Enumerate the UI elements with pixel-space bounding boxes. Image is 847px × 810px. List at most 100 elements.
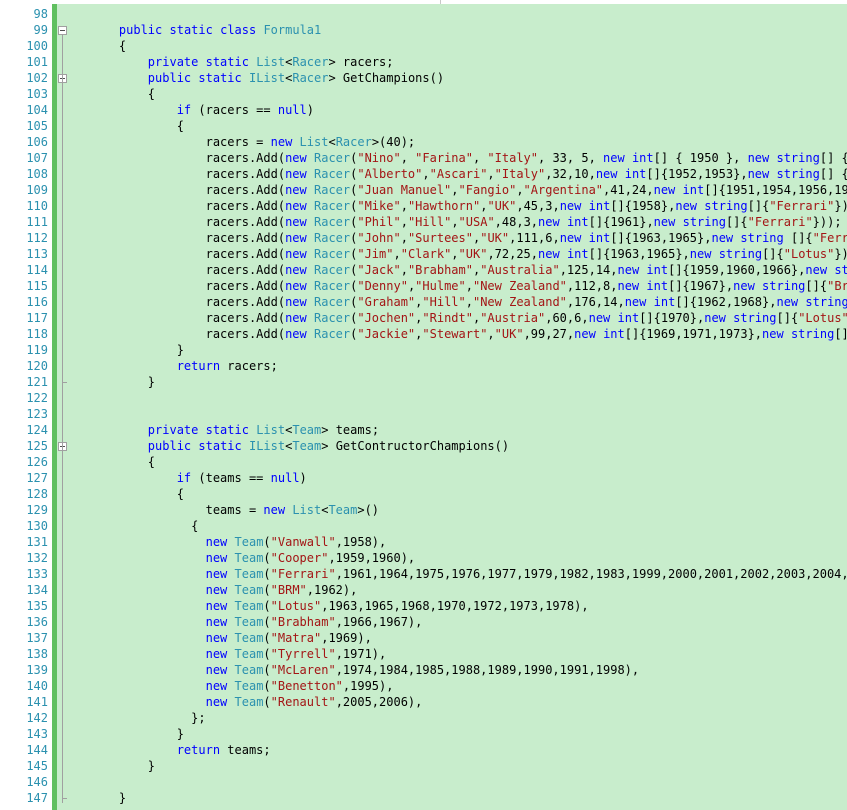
code-line[interactable]: 111 racers.Add(new Racer("Phil","Hill","… — [0, 214, 847, 230]
code-line[interactable]: 102 public static IList<Racer> GetChampi… — [0, 70, 847, 86]
type-token: Team — [234, 535, 264, 549]
type-token: Racer — [335, 135, 372, 149]
code-line[interactable]: 147 } — [0, 790, 847, 806]
keyword-token: if — [176, 471, 192, 485]
code-line[interactable]: 140 new Team("Benetton",1995), — [0, 678, 847, 694]
keyword-token: new — [588, 311, 611, 325]
code-line[interactable]: 144 return teams; — [0, 742, 847, 758]
code-line[interactable]: 141 new Team("Renault",2005,2006), — [0, 694, 847, 710]
code-line[interactable]: 114 racers.Add(new Racer("Jack","Brabham… — [0, 262, 847, 278]
code-text: new Team("BRM",1962), — [90, 582, 358, 598]
code-line[interactable]: 105 { — [0, 118, 847, 134]
keyword-token: public — [147, 71, 192, 85]
line-number: 105 — [26, 119, 48, 133]
code-line[interactable]: 138 new Team("Tyrrell",1971), — [0, 646, 847, 662]
code-line[interactable]: 122 — [0, 390, 847, 406]
code-token: ,1969), — [321, 631, 372, 645]
code-token: , 33, 5, — [538, 151, 604, 165]
string-token: "Hill" — [407, 215, 452, 229]
code-line[interactable]: 128 { — [0, 486, 847, 502]
code-line[interactable]: 130 { — [0, 518, 847, 534]
code-line[interactable]: 108 racers.Add(new Racer("Alberto","Asca… — [0, 166, 847, 182]
code-token: { — [90, 487, 184, 501]
string-token: "Jim" — [357, 247, 394, 261]
collapse-minus-icon[interactable] — [58, 26, 67, 35]
code-line[interactable]: 139 new Team("McLaren",1974,1984,1985,19… — [0, 662, 847, 678]
code-line[interactable]: 137 new Team("Matra",1969), — [0, 630, 847, 646]
code-text: racers.Add(new Racer("Jochen","Rindt","A… — [90, 310, 847, 326]
code-text: racers.Add(new Racer("Jackie","Stewart",… — [90, 326, 847, 342]
keyword-token: int — [682, 183, 705, 197]
code-line[interactable]: 120 return racers; — [0, 358, 847, 374]
code-line[interactable]: 113 racers.Add(new Racer("Jim","Clark","… — [0, 246, 847, 262]
type-token: Racer — [314, 151, 351, 165]
code-line[interactable]: 135 new Team("Lotus",1963,1965,1968,1970… — [0, 598, 847, 614]
code-line[interactable]: 109 racers.Add(new Racer("Juan Manuel","… — [0, 182, 847, 198]
keyword-token: static — [169, 23, 213, 37]
code-line[interactable]: 132 new Team("Cooper",1959,1960), — [0, 550, 847, 566]
code-line[interactable]: 101 private static List<Racer> racers; — [0, 54, 847, 70]
code-text: racers.Add(new Racer("Denny","Hulme","Ne… — [90, 278, 847, 294]
code-line[interactable]: 124 private static List<Team> teams; — [0, 422, 847, 438]
line-number: 145 — [26, 759, 48, 773]
code-line[interactable]: 98 — [0, 6, 847, 22]
code-line[interactable]: 123 — [0, 406, 847, 422]
code-line[interactable]: 129 teams = new List<Team>() — [0, 502, 847, 518]
code-token: , — [422, 167, 430, 181]
keyword-token: static — [198, 439, 242, 453]
string-token: "Italy" — [494, 167, 546, 181]
code-line[interactable]: 125 public static IList<Team> GetContruc… — [0, 438, 847, 454]
code-line[interactable]: 100 { — [0, 38, 847, 54]
code-line[interactable]: 143 } — [0, 726, 847, 742]
code-line[interactable]: 126 { — [0, 454, 847, 470]
keyword-token: new — [538, 247, 560, 261]
code-line[interactable]: 121 } — [0, 374, 847, 390]
code-line[interactable]: 99 public static class Formula1 — [0, 22, 847, 38]
keyword-token: new — [617, 279, 640, 293]
line-number: 102 — [26, 71, 48, 85]
code-line[interactable]: 110 racers.Add(new Racer("Mike","Hawthor… — [0, 198, 847, 214]
code-line[interactable]: 146 — [0, 774, 847, 790]
code-line[interactable]: 142 }; — [0, 710, 847, 726]
code-line[interactable]: 112 racers.Add(new Racer("John","Surtees… — [0, 230, 847, 246]
code-token: (teams == — [191, 471, 271, 485]
code-line[interactable]: 115 racers.Add(new Racer("Denny","Hulme"… — [0, 278, 847, 294]
keyword-token: new — [559, 199, 582, 213]
type-token: Racer — [314, 295, 351, 309]
code-line[interactable]: 136 new Team("Brabham",1966,1967), — [0, 614, 847, 630]
keyword-token: int — [631, 151, 654, 165]
code-token: racers.Add( — [90, 215, 286, 229]
line-number: 147 — [26, 791, 48, 805]
code-token: { — [90, 119, 184, 133]
code-line[interactable]: 145 } — [0, 758, 847, 774]
code-line[interactable]: 119 } — [0, 342, 847, 358]
line-number: 139 — [26, 663, 48, 677]
code-editor[interactable]: 98 99 public static class Formula1 100 {10… — [0, 0, 847, 810]
code-line[interactable]: 127 if (teams == null) — [0, 470, 847, 486]
code-line[interactable]: 107 racers.Add(new Racer("Nino", "Farina… — [0, 150, 847, 166]
code-line[interactable]: 134 new Team("BRM",1962), — [0, 582, 847, 598]
line-number: 112 — [26, 231, 48, 245]
code-line[interactable]: 118 racers.Add(new Racer("Jackie","Stewa… — [0, 326, 847, 342]
keyword-token: new — [205, 647, 228, 661]
code-line[interactable]: 131 new Team("Vanwall",1958), — [0, 534, 847, 550]
line-number: 103 — [26, 87, 48, 101]
string-token: "Australia" — [480, 263, 560, 277]
type-token: Racer — [292, 55, 329, 69]
keyword-token: new — [205, 631, 228, 645]
code-line[interactable]: 133 new Team("Ferrari",1961,1964,1975,19… — [0, 566, 847, 582]
code-line[interactable]: 103 { — [0, 86, 847, 102]
code-line[interactable]: 116 racers.Add(new Racer("Graham","Hill"… — [0, 294, 847, 310]
code-token: ,60,6, — [545, 311, 589, 325]
code-line[interactable]: 106 racers = new List<Racer>(40); — [0, 134, 847, 150]
code-line[interactable]: 104 if (racers == null) — [0, 102, 847, 118]
code-token: ,112,8, — [566, 279, 618, 293]
string-token: "Italy" — [487, 151, 538, 165]
code-line[interactable]: 117 racers.Add(new Racer("Jochen","Rindt… — [0, 310, 847, 326]
line-number: 128 — [26, 487, 48, 501]
code-token: { — [90, 455, 156, 469]
